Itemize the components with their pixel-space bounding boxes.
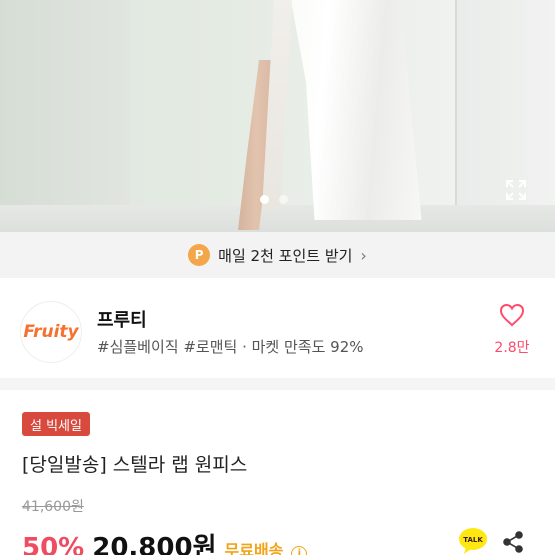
seller-logo-text: Fruity (23, 322, 79, 342)
seller-tags: #심플베이직 #로맨틱 · 마켓 만족도 92% (97, 338, 364, 356)
section-divider (0, 378, 555, 390)
product-title: [당일발송] 스텔라 랩 원피스 (22, 454, 248, 476)
point-banner-text: 매일 2천 포인트 받기 (218, 246, 353, 265)
daily-point-banner[interactable]: P 매일 2천 포인트 받기 › (0, 232, 555, 278)
free-shipping-label: 무료배송 (224, 541, 284, 555)
kakao-talk-icon[interactable]: TALK (458, 527, 488, 555)
carousel-dot[interactable] (279, 195, 288, 204)
photo-background-wall (0, 0, 130, 232)
share-icon[interactable] (502, 530, 524, 554)
price-row: 50% 20,800원 무료배송 i (22, 527, 308, 555)
like-count: 2.8만 (494, 340, 530, 356)
like-button[interactable]: 2.8만 (490, 303, 534, 357)
carousel-indicator (260, 195, 288, 204)
sale-price: 20,800원 (92, 533, 217, 555)
original-price: 41,600원 (22, 499, 84, 515)
product-photo[interactable] (0, 0, 555, 232)
info-icon[interactable]: i (291, 546, 308, 555)
point-icon: P (188, 244, 211, 266)
seller-name[interactable]: 프루티 (97, 306, 147, 332)
seller-logo[interactable]: Fruity (20, 301, 82, 363)
discount-rate: 50% (22, 533, 85, 555)
sale-badge: 설 빅세일 (22, 412, 90, 436)
heart-icon (499, 303, 525, 327)
chevron-right-icon: › (360, 245, 367, 265)
carousel-dot-active[interactable] (260, 195, 269, 204)
expand-icon[interactable] (504, 178, 528, 202)
seller-section: Fruity 프루티 #심플베이직 #로맨틱 · 마켓 만족도 92% 2.8만 (0, 278, 555, 378)
talk-label: TALK (463, 536, 483, 544)
